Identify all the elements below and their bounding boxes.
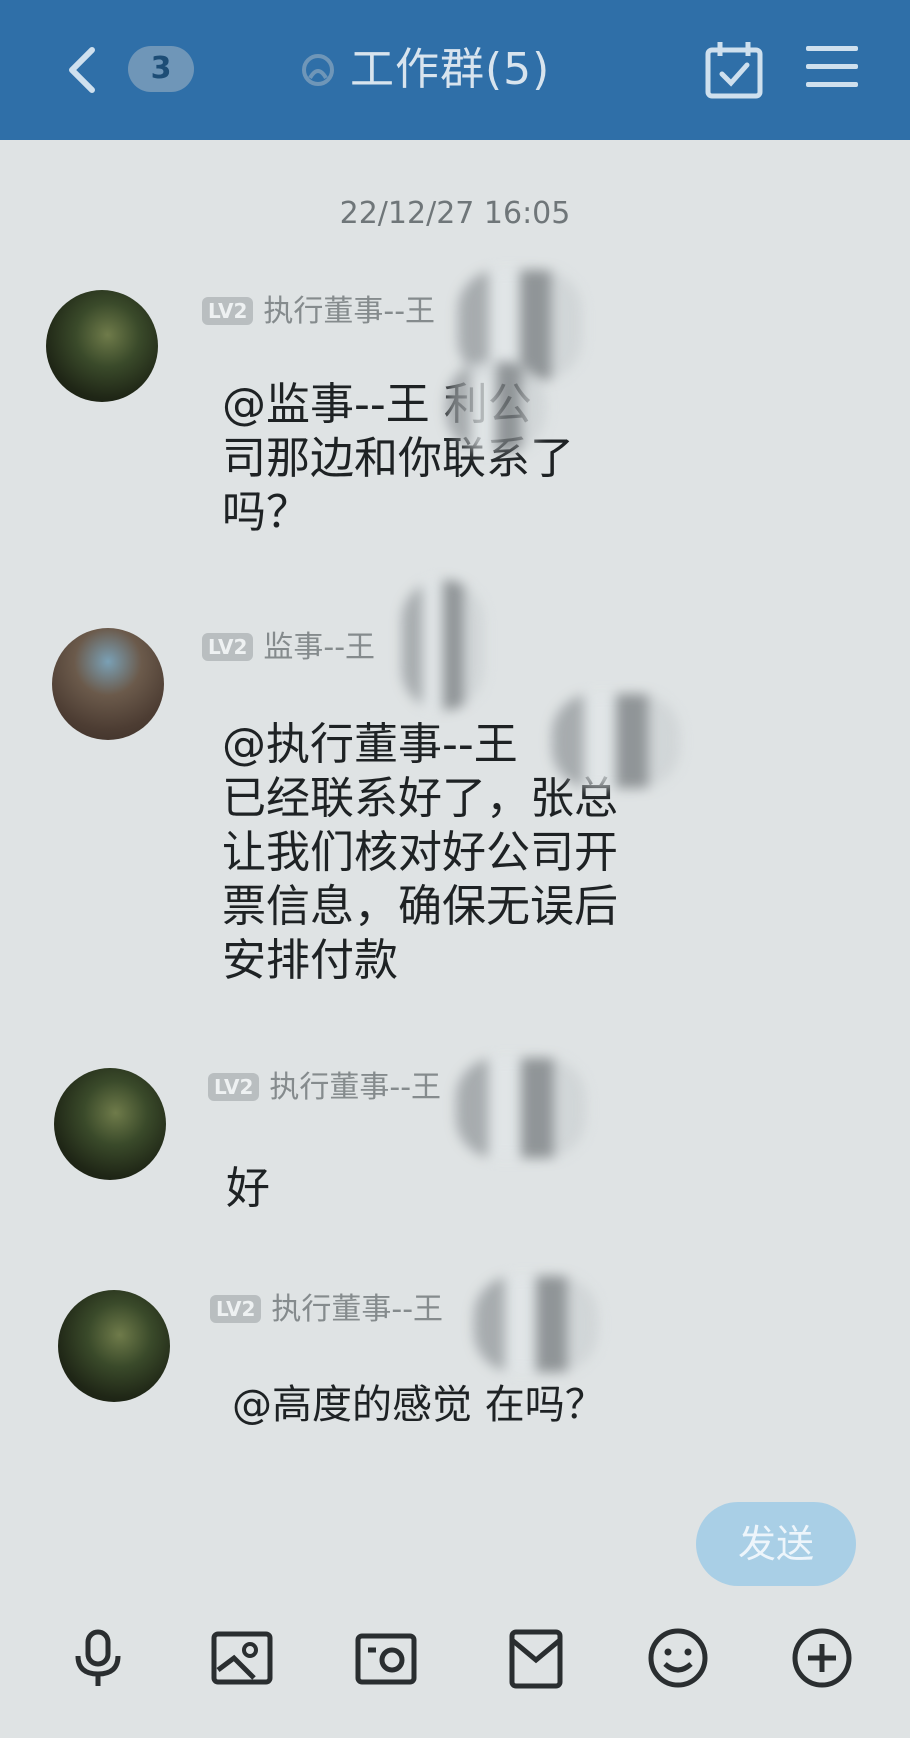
sender-label: 执行董事--王 bbox=[269, 1070, 442, 1105]
chat-title: 工作群(5) bbox=[350, 44, 551, 95]
blurred-name bbox=[456, 1058, 586, 1158]
microphone-icon[interactable] bbox=[66, 1626, 130, 1690]
plus-icon[interactable] bbox=[790, 1626, 854, 1690]
unread-count-badge[interactable]: 3 bbox=[128, 46, 194, 92]
group-icon bbox=[298, 50, 338, 90]
blurred-name bbox=[402, 580, 484, 710]
camera-icon[interactable] bbox=[354, 1626, 418, 1690]
menu-icon[interactable] bbox=[806, 46, 858, 92]
avatar[interactable] bbox=[54, 1068, 166, 1180]
sender-name: LV2 执行董事--王 bbox=[202, 292, 435, 332]
sender-name: LV2 执行董事--王 bbox=[210, 1290, 443, 1330]
level-badge: LV2 bbox=[202, 297, 254, 325]
back-icon[interactable] bbox=[62, 42, 102, 98]
avatar[interactable] bbox=[58, 1290, 170, 1402]
avatar[interactable] bbox=[46, 290, 158, 402]
blurred-name bbox=[474, 1276, 598, 1372]
level-badge: LV2 bbox=[210, 1295, 262, 1323]
message-text[interactable]: @高度的感觉 在吗？ bbox=[232, 1378, 605, 1432]
image-icon[interactable] bbox=[210, 1626, 274, 1690]
level-badge: LV2 bbox=[202, 633, 254, 661]
sender-name: LV2 监事--王 bbox=[202, 628, 375, 668]
message-timestamp: 22/12/27 16:05 bbox=[339, 196, 571, 231]
sender-name: LV2 执行董事--王 bbox=[208, 1068, 441, 1108]
emoji-icon[interactable] bbox=[646, 1626, 710, 1690]
red-packet-icon[interactable] bbox=[504, 1626, 568, 1690]
sender-label: 监事--王 bbox=[263, 630, 376, 665]
level-badge: LV2 bbox=[208, 1073, 260, 1101]
chat-header: 3 工作群(5) bbox=[0, 0, 910, 140]
blurred-name bbox=[446, 362, 546, 452]
sender-label: 执行董事--王 bbox=[263, 294, 436, 329]
blurred-name bbox=[552, 694, 680, 788]
message-text[interactable]: 好 bbox=[226, 1162, 270, 1216]
send-button[interactable]: 发送 bbox=[696, 1502, 856, 1586]
avatar[interactable] bbox=[52, 628, 164, 740]
calendar-icon[interactable] bbox=[702, 40, 766, 102]
sender-label: 执行董事--王 bbox=[271, 1292, 444, 1327]
